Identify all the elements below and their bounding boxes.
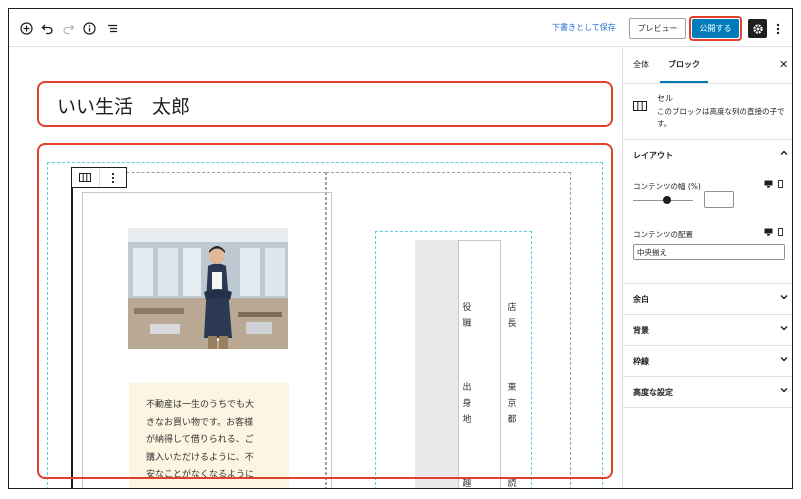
redo-icon[interactable] — [60, 20, 76, 36]
add-block-icon[interactable] — [18, 20, 34, 36]
mobile-icon[interactable] — [778, 228, 783, 238]
active-tab-indicator — [660, 81, 708, 83]
content-align-label: コンテンツの配置 — [633, 230, 693, 239]
layout-panel-header[interactable]: レイアウト — [623, 140, 792, 171]
chevron-down-icon — [779, 323, 789, 336]
mobile-icon[interactable] — [778, 180, 783, 190]
chevron-down-icon — [779, 385, 789, 398]
editor-canvas: いい生活 太郎 不動産は一生のうちでも大 きなお買い物です。お客様 が納得して借… — [9, 48, 622, 488]
panel-background[interactable]: 背景 — [623, 315, 792, 346]
tab-document[interactable]: 全体 — [633, 59, 649, 70]
undo-icon[interactable] — [39, 20, 55, 36]
preview-button[interactable]: プレビュー — [629, 18, 686, 39]
top-toolbar: 下書きとして保存 プレビュー 公開する — [9, 9, 792, 47]
columns-icon — [633, 96, 647, 115]
block-description: このブロックは高度な列の直接の子です。 — [657, 107, 785, 128]
close-icon[interactable]: ✕ — [779, 58, 788, 71]
content-width-label: コンテンツの幅 (%) — [633, 182, 701, 191]
desktop-icon[interactable] — [764, 228, 773, 238]
panel-spacing[interactable]: 余白 — [623, 284, 792, 315]
content-highlight — [37, 143, 613, 479]
panel-title: 余白 — [633, 295, 649, 304]
chevron-up-icon — [779, 148, 789, 161]
chevron-down-icon — [779, 354, 789, 367]
layout-panel-title: レイアウト — [633, 151, 673, 160]
panel-title: 背景 — [633, 326, 649, 335]
list-view-icon[interactable] — [104, 20, 120, 36]
editor-window: 下書きとして保存 プレビュー 公開する いい生活 太郎 不動産は一生のうちでも大… — [8, 8, 793, 489]
publish-button[interactable]: 公開する — [692, 19, 739, 38]
block-card: セル このブロックは高度な列の直接の子です。 — [623, 84, 792, 140]
chevron-down-icon — [779, 292, 789, 305]
sidebar-tabs: 全体 ブロック ✕ — [623, 48, 792, 84]
settings-sidebar: 全体 ブロック ✕ セル このブロックは高度な列の直接の子です。 レイアウト コ… — [622, 48, 792, 488]
content-width-input[interactable] — [704, 191, 734, 208]
panel-title: 高度な設定 — [633, 388, 673, 397]
publish-highlight: 公開する — [689, 16, 742, 41]
post-title[interactable]: いい生活 太郎 — [57, 92, 190, 119]
desktop-icon[interactable] — [764, 180, 773, 190]
tab-block[interactable]: ブロック — [668, 59, 700, 70]
more-vertical-icon[interactable] — [773, 19, 783, 38]
block-name: セル — [657, 94, 673, 103]
content-align-select[interactable]: 中央揃え — [633, 244, 785, 260]
gear-icon[interactable] — [748, 19, 767, 38]
post-title-block[interactable]: いい生活 太郎 — [37, 81, 613, 127]
content-width-slider-thumb[interactable] — [663, 196, 671, 204]
panel-border[interactable]: 枠線 — [623, 346, 792, 377]
info-icon[interactable] — [81, 20, 97, 36]
panel-advanced[interactable]: 高度な設定 — [623, 377, 792, 408]
panel-title: 枠線 — [633, 357, 649, 366]
layout-panel: レイアウト コンテンツの幅 (%) コンテンツの配置 中央揃え — [623, 140, 792, 284]
save-draft-button[interactable]: 下書きとして保存 — [552, 22, 616, 33]
